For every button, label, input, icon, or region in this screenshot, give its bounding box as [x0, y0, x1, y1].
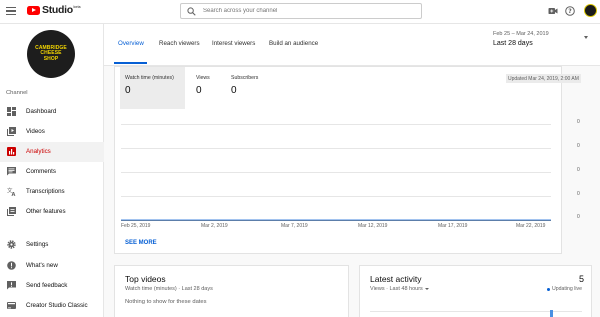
sidebar-item-label: Creator Studio Classic [26, 302, 88, 309]
metric-value: 0 [196, 85, 202, 96]
chart-gridline [121, 196, 551, 197]
settings-icon [7, 240, 16, 249]
account-avatar[interactable] [584, 4, 597, 17]
create-video-icon[interactable] [548, 6, 558, 16]
metric-watch-time[interactable]: Watch time (minutes) 0 [120, 67, 185, 109]
sidebar: CAMBRIDGE CHEESE SHOP Channel Dashboard … [0, 24, 104, 317]
latest-activity-title: Latest activity [370, 274, 422, 284]
chart-gridline [121, 148, 551, 149]
other-features-icon [7, 207, 16, 216]
top-bar: Studio beta ? [0, 0, 600, 24]
top-videos-title: Top videos [125, 274, 166, 284]
active-tab-indicator [114, 62, 147, 64]
svg-text:?: ? [568, 8, 572, 15]
menu-icon[interactable] [6, 6, 16, 16]
date-range-text[interactable]: Feb 25 – Mar 24, 2019 [493, 31, 549, 37]
svg-text:A: A [12, 192, 16, 196]
x-tick-label: Mar 2, 2019 [201, 223, 228, 229]
feedback-icon [7, 281, 16, 290]
search-box[interactable] [180, 3, 422, 19]
classic-icon [7, 302, 16, 309]
sidebar-item-dashboard[interactable]: Dashboard [0, 102, 104, 122]
y-tick-label: 0 [577, 143, 580, 149]
updated-timestamp: Updated Mar 24, 2019, 2:00 AM [506, 74, 581, 83]
x-tick-label: Mar 17, 2019 [438, 223, 468, 229]
top-videos-card: Top videos Watch time (minutes) · Last 2… [114, 265, 349, 317]
x-tick-label: Feb 25, 2019 [121, 223, 151, 229]
logo-text: Studio [42, 4, 73, 16]
sidebar-item-label: What's new [26, 262, 58, 269]
activity-count: 5 [579, 274, 585, 284]
help-icon[interactable]: ? [565, 6, 575, 16]
sidebar-item-creator-studio-classic[interactable]: Creator Studio Classic [0, 296, 104, 316]
activity-bar [550, 310, 553, 317]
search-icon [187, 7, 196, 16]
videos-icon [7, 127, 16, 136]
tab-build-an-audience[interactable]: Build an audience [269, 40, 318, 47]
sidebar-item-comments[interactable]: Comments [0, 162, 104, 182]
metric-views[interactable]: Views 0 [191, 67, 221, 109]
transcriptions-icon: 文 A [7, 187, 16, 196]
sidebar-item-send-feedback[interactable]: Send feedback [0, 276, 104, 296]
tab-overview[interactable]: Overview [118, 40, 144, 47]
channel-avatar[interactable]: CAMBRIDGE CHEESE SHOP [27, 30, 75, 78]
logo-beta-label: beta [73, 5, 81, 9]
sidebar-item-transcriptions[interactable]: 文 A Transcriptions [0, 182, 104, 202]
sidebar-item-other-features[interactable]: Other features [0, 202, 104, 222]
metric-value: 0 [231, 85, 237, 96]
x-tick-label: Mar 22, 2019 [516, 223, 546, 229]
metric-subscribers[interactable]: Subscribers 0 [226, 67, 266, 109]
tab-interest-viewers[interactable]: Interest viewers [212, 40, 255, 47]
metric-label: Watch time (minutes) [125, 75, 174, 81]
y-tick-label: 0 [577, 167, 580, 173]
live-indicator-icon [547, 288, 550, 291]
metric-label: Subscribers [231, 75, 259, 81]
y-tick-label: 0 [577, 119, 580, 125]
sidebar-item-label: Analytics [26, 148, 51, 155]
date-preset-select[interactable]: Last 28 days [493, 40, 533, 47]
search-input[interactable] [203, 4, 413, 18]
activity-filter-select[interactable]: Views · Last 48 hours [370, 286, 429, 292]
see-more-link[interactable]: SEE MORE [125, 240, 157, 246]
top-videos-subtitle: Watch time (minutes) · Last 28 days [125, 286, 213, 292]
metric-label: Views [196, 75, 210, 81]
whats-new-icon [7, 261, 16, 270]
sidebar-item-label: Settings [26, 241, 49, 248]
y-tick-label: 0 [577, 191, 580, 197]
youtube-logo-icon [27, 5, 40, 15]
y-tick-label: 0 [577, 214, 580, 220]
metric-value: 0 [125, 85, 131, 96]
top-videos-empty-message: Nothing to show for these dates [125, 299, 207, 305]
dashboard-icon [7, 107, 16, 116]
x-tick-label: Mar 12, 2019 [358, 223, 388, 229]
sidebar-item-label: Other features [26, 208, 66, 215]
chevron-down-icon [424, 287, 429, 290]
sidebar-item-label: Transcriptions [26, 188, 65, 195]
studio-logo[interactable]: Studio beta [27, 4, 81, 16]
channel-logo-line: SHOP [43, 55, 59, 62]
chart-baseline [121, 220, 551, 221]
chart-gridline [121, 172, 551, 173]
analytics-tab-bar: Overview Reach viewers Interest viewers … [104, 24, 600, 66]
live-status: Updating live [552, 286, 582, 292]
chart-gridline [121, 124, 551, 125]
latest-activity-card: Latest activity 5 Views · Last 48 hours … [359, 265, 592, 317]
analytics-icon [7, 147, 16, 156]
sidebar-item-label: Comments [26, 168, 56, 175]
sidebar-item-label: Dashboard [26, 108, 57, 115]
channel-section-label: Channel [6, 90, 28, 96]
sidebar-item-label: Videos [26, 128, 45, 135]
x-tick-label: Mar 7, 2019 [281, 223, 308, 229]
sidebar-item-whats-new[interactable]: What's new [0, 256, 104, 276]
chevron-down-icon[interactable] [584, 36, 588, 39]
sidebar-item-settings[interactable]: Settings [0, 235, 104, 255]
sidebar-item-videos[interactable]: Videos [0, 122, 104, 142]
overview-chart-card: Watch time (minutes) 0 Views 0 Subscribe… [114, 66, 562, 254]
tab-reach-viewers[interactable]: Reach viewers [159, 40, 200, 47]
activity-filter-label: Views · Last 48 hours [370, 286, 423, 292]
sidebar-item-label: Send feedback [26, 282, 68, 289]
sidebar-item-analytics[interactable]: Analytics [0, 142, 104, 162]
comments-icon [7, 167, 16, 176]
